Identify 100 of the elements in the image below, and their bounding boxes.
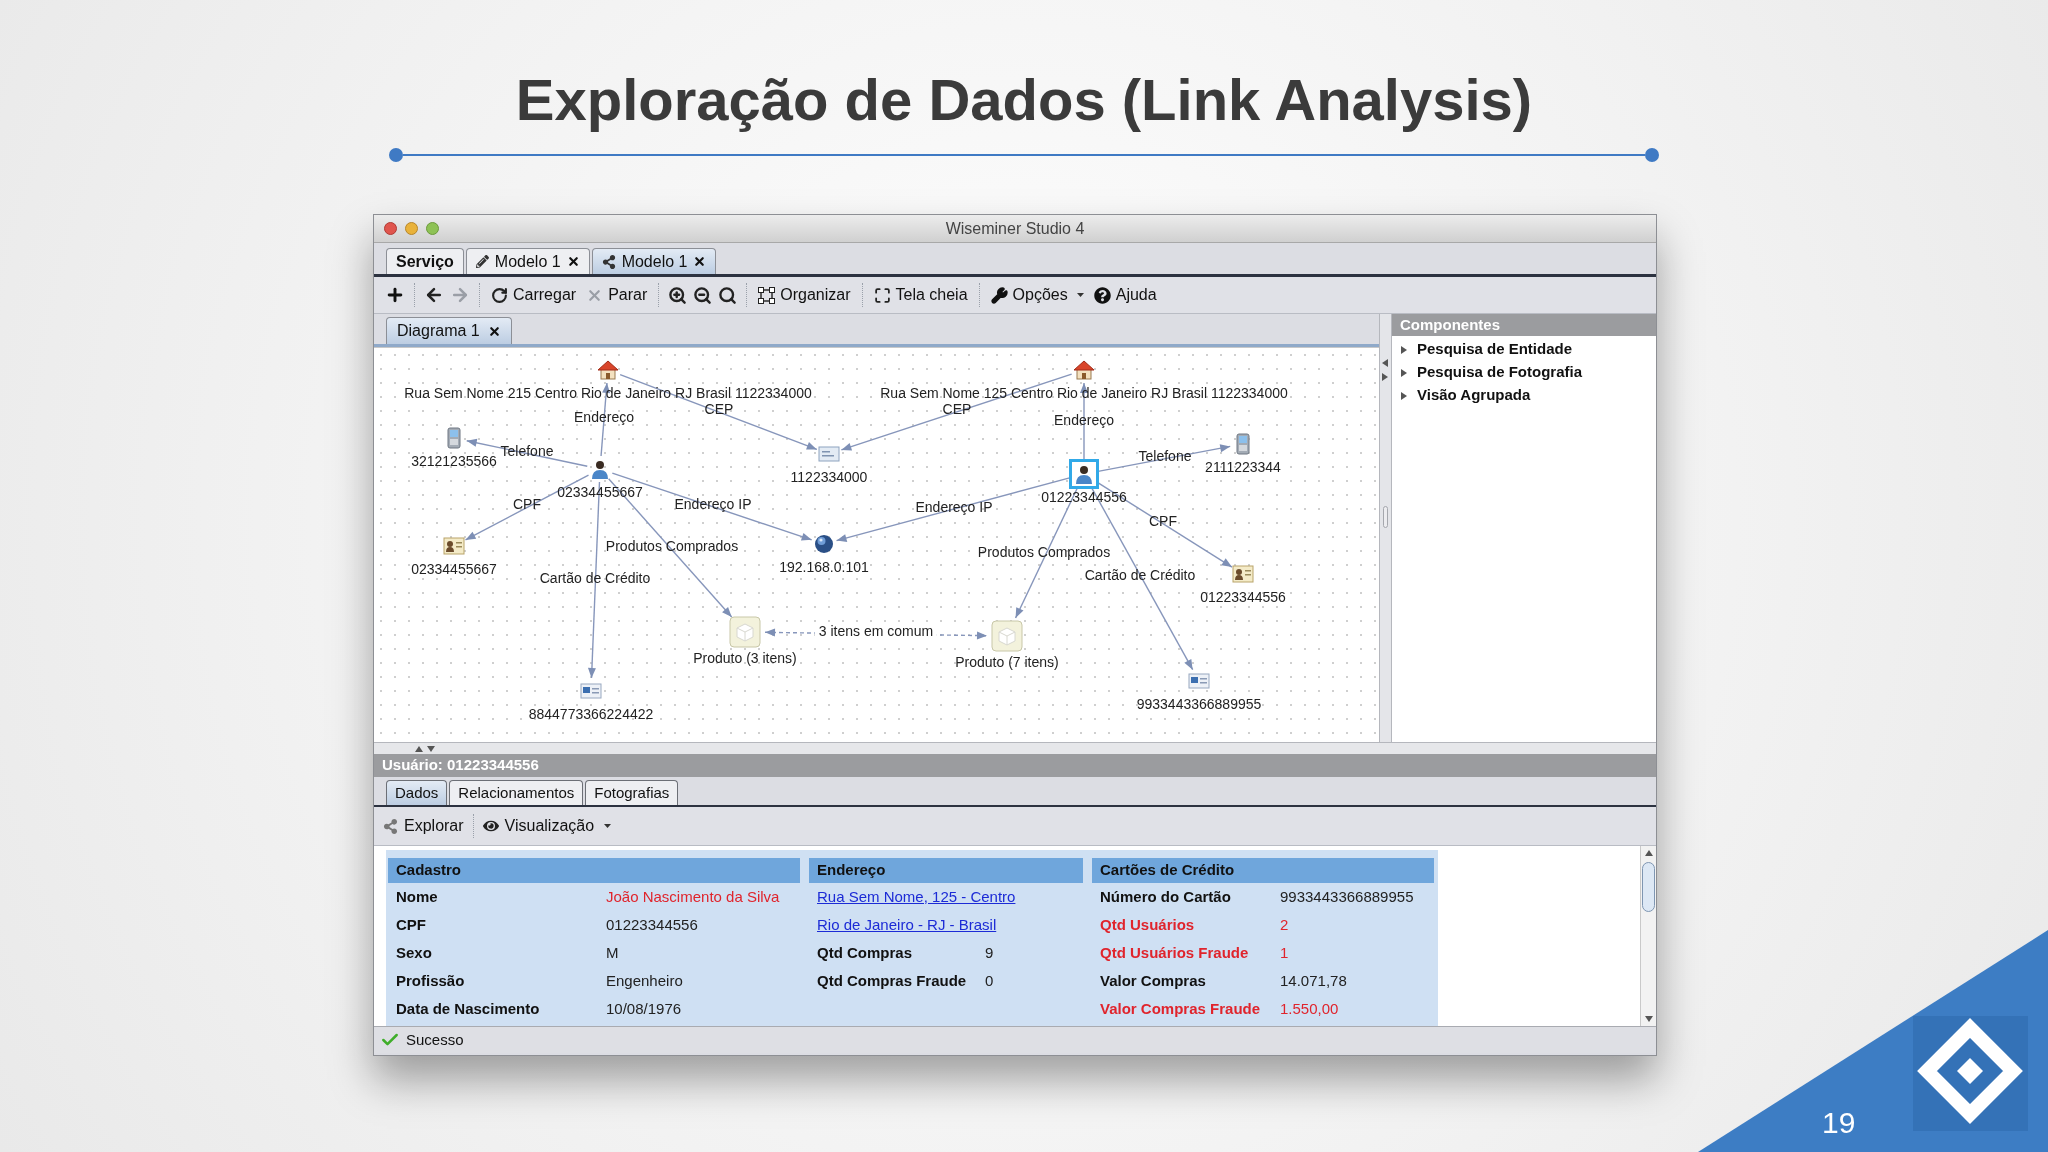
page-number: 19: [1822, 1105, 1856, 1141]
graph-node[interactable]: [991, 620, 1023, 652]
tab[interactable]: Modelo 1: [465, 248, 590, 274]
edge-label: CEP: [942, 402, 972, 416]
tab[interactable]: Fotografias: [585, 780, 679, 805]
graph-node[interactable]: [597, 359, 619, 381]
node-label: 32121235566: [411, 454, 497, 468]
refresh-icon: [491, 286, 508, 304]
node-label: 192.168.0.101: [779, 560, 869, 574]
graph-node[interactable]: [1073, 359, 1095, 381]
field-label: Sexo: [396, 942, 433, 963]
tree-item[interactable]: Visão Agrupada: [1392, 384, 1656, 407]
edge-label: CPF: [513, 497, 541, 511]
tree-item[interactable]: Pesquisa de Fotografia: [1392, 361, 1656, 384]
share-icon: [601, 254, 616, 269]
diamond-logo-icon: [1913, 1016, 2028, 1131]
node-label: 8844773366224422: [528, 707, 654, 721]
edge-label: CPF: [1149, 514, 1177, 528]
selected-node[interactable]: [1069, 459, 1099, 489]
node-label: 02334455667: [557, 485, 643, 499]
node-label: Produto (3 itens): [693, 651, 797, 665]
address-link[interactable]: Rio de Janeiro - RJ - Brasil: [817, 913, 997, 937]
field-label: Qtd Compras Fraude: [817, 970, 968, 991]
toolbar-button[interactable]: Tela cheia: [868, 283, 973, 307]
globe-icon: [814, 534, 834, 554]
toolbar-button[interactable]: Ajuda: [1088, 283, 1162, 307]
field-label: Valor Compras Fraude: [1100, 998, 1262, 1019]
edge-label: Endereço: [574, 410, 634, 424]
close-window-button[interactable]: [384, 222, 397, 235]
field-label: Nome: [396, 886, 439, 907]
node-label: 02334455667: [411, 562, 497, 576]
expand-arrow-icon: [1400, 344, 1409, 355]
expand-arrow-icon: [1400, 367, 1409, 378]
field-value: M: [606, 942, 619, 963]
edge-label: Telefone: [500, 444, 554, 458]
tab[interactable]: Modelo 1: [591, 248, 717, 274]
credit-card-icon: [580, 683, 602, 699]
node-label: 01223344556: [1200, 590, 1286, 604]
fullscreen-icon: [873, 286, 891, 304]
edge-label: Produtos Comprados: [605, 539, 739, 553]
edge-label: Endereço IP: [915, 500, 993, 514]
field-value: Engenheiro: [606, 970, 683, 991]
field-label: Qtd Usuários Fraude: [1100, 942, 1250, 963]
edge-label: Endereço IP: [674, 497, 752, 511]
toolbar-button[interactable]: Carregar: [486, 283, 582, 307]
toolbar-button[interactable]: Opções: [985, 283, 1089, 307]
edge-label: 3 itens em comum: [814, 624, 938, 638]
graph-node[interactable]: [1236, 433, 1250, 455]
tab[interactable]: Dados: [386, 780, 448, 805]
graph-node[interactable]: [1232, 565, 1254, 583]
expand-arrow-icon: [1400, 390, 1409, 401]
scroll-thumb[interactable]: [1642, 862, 1655, 912]
field-value: 9: [985, 942, 994, 963]
diagram-canvas[interactable]: [374, 347, 1379, 742]
house-icon: [597, 359, 619, 381]
field-label: Qtd Compras: [817, 942, 913, 963]
node-label: Rua Sem Nome 125 Centro Rio de Janeiro RJ Brasil 1122334000: [880, 386, 1288, 400]
tab[interactable]: Relacionamentos: [449, 780, 584, 805]
field-value: 01223344556: [606, 914, 698, 935]
help-icon: [1093, 286, 1111, 304]
graph-node[interactable]: [447, 427, 461, 449]
field-label: Data de Nascimento: [396, 998, 541, 1019]
tab[interactable]: Serviço: [386, 248, 464, 274]
field-value: 14.071,78: [1280, 970, 1347, 991]
id-card-icon: [443, 537, 465, 555]
window-title: Wiseminer Studio 4: [945, 218, 1085, 239]
toolbar-button[interactable]: Visualização: [479, 814, 615, 838]
graph-node[interactable]: [814, 534, 834, 554]
graph-node[interactable]: [1188, 673, 1210, 689]
graph-node[interactable]: [818, 446, 840, 462]
node-label: 01223344556: [1041, 490, 1127, 504]
cube-tile-icon: [729, 616, 761, 648]
tree-item[interactable]: Pesquisa de Entidade: [1392, 338, 1656, 361]
slide-title: Exploração de Dados (Link Analysis): [515, 66, 1533, 134]
edge-label: Endereço: [1054, 413, 1114, 427]
scrollbar[interactable]: [1640, 846, 1656, 1026]
close-icon[interactable]: [487, 324, 501, 338]
credit-card-icon: [1188, 673, 1210, 689]
collapse-down-icon: [426, 743, 435, 754]
address-link[interactable]: Rua Sem Nome, 125 - Centro: [817, 885, 1016, 909]
toolbar-button[interactable]: Parar: [581, 283, 653, 307]
close-icon[interactable]: [566, 255, 580, 268]
field-value: 1.550,00: [1280, 998, 1339, 1019]
graph-node[interactable]: [580, 683, 602, 699]
graph-node[interactable]: [729, 616, 761, 648]
close-icon[interactable]: [693, 255, 707, 268]
graph-node[interactable]: [443, 537, 465, 555]
wrench-icon: [990, 286, 1008, 304]
toolbar-button[interactable]: Explorar: [380, 814, 467, 838]
section-title: Cartões de Crédito: [1100, 860, 1235, 881]
toolbar-button[interactable]: Organizar: [753, 283, 856, 307]
corner-frame-icon: [758, 286, 776, 304]
tab[interactable]: Diagrama 1: [386, 317, 512, 344]
plus-icon: [385, 285, 405, 305]
node-label: Produto (7 itens): [955, 655, 1059, 669]
graph-node[interactable]: [590, 459, 610, 479]
field-value: 9933443366889955: [1280, 886, 1414, 907]
eye-icon: [482, 818, 499, 834]
splitter-grip[interactable]: [1383, 506, 1388, 528]
edge-label: CEP: [704, 402, 734, 416]
